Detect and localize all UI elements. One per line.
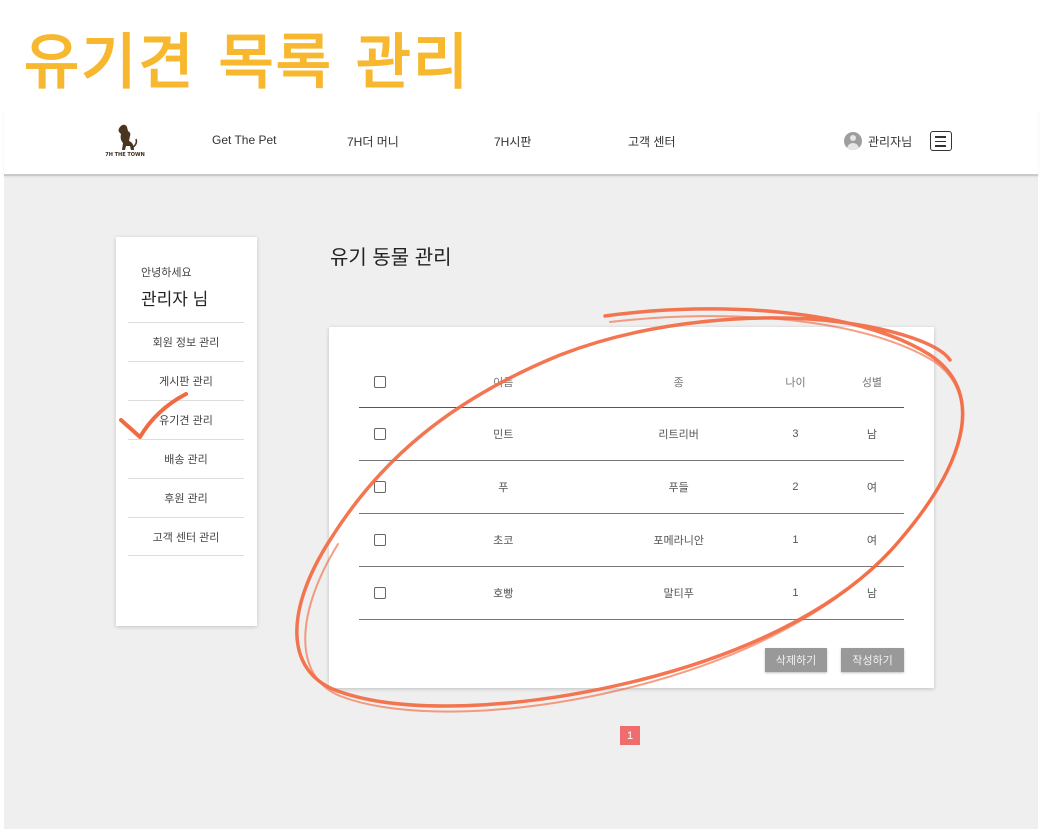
dog-logo-icon [118,124,138,150]
pagination-page[interactable]: 1 [620,726,640,745]
top-navbar: 7H THE TOWN Get The Pet 7H더 머니 7H시판 고객 센… [4,110,1038,176]
cell-name: 민트 [493,429,514,441]
table-row[interactable]: 호빵 말티푸 1 남 [359,567,904,620]
page-title: 유기 동물 관리 [330,247,452,269]
row-checkbox[interactable] [373,534,386,546]
cell-age: 1 [792,534,799,546]
sidebar-item-support[interactable]: 고객 센터 관리 [128,517,244,556]
row-checkbox[interactable] [373,481,386,493]
cell-sex: 여 [866,535,877,547]
sidebar-item-board[interactable]: 게시판 관리 [128,361,244,400]
sidebar-item-donation[interactable]: 후원 관리 [128,478,244,517]
cell-name: 호빵 [493,588,514,600]
header-sex: 성별 [861,376,883,389]
admin-name: 관리자 님 [141,290,209,309]
animal-table: 이름 종 나이 성별 민트 리트리버 3 남 푸 푸들 2 여 초코 포메라니안… [359,356,904,620]
admin-sidebar: 안녕하세요 관리자 님 회원 정보 관리 게시판 관리 유기견 관리 배송 관리… [116,237,257,626]
avatar [844,132,862,150]
hamburger-menu-icon[interactable] [930,131,952,151]
cell-name: 초코 [493,535,514,547]
logo-text: 7H THE TOWN [105,152,145,158]
row-checkbox[interactable] [373,587,386,599]
cell-sex: 남 [866,588,877,600]
table-row[interactable]: 푸 푸들 2 여 [359,461,904,514]
header-name: 이름 [493,376,514,389]
cell-sex: 여 [866,482,877,494]
app-screen: 7H THE TOWN Get The Pet 7H더 머니 7H시판 고객 센… [4,110,1038,829]
nav-get-the-pet[interactable]: Get The Pet [212,133,276,147]
nav-customer-center[interactable]: 고객 센터 [628,133,676,150]
select-all-checkbox[interactable] [373,375,386,388]
sidebar-item-members[interactable]: 회원 정보 관리 [128,322,244,361]
greeting: 안녕하세요 [141,267,192,279]
slide: 유기견 목록 관리 7H THE TOWN Get The Pet 7H더 머니… [0,0,1042,829]
table-row[interactable]: 민트 리트리버 3 남 [359,408,904,461]
row-checkbox[interactable] [373,428,386,440]
user-label: 관리자님 [868,134,913,149]
user-menu[interactable]: 관리자님 [844,130,912,152]
table-header-row: 이름 종 나이 성별 [359,356,904,408]
cell-age: 3 [792,428,799,440]
cell-kind: 말티푸 [663,588,694,600]
nav-money[interactable]: 7H더 머니 [347,133,399,150]
header-kind: 종 [673,376,684,389]
logo[interactable]: 7H THE TOWN [102,123,148,163]
table-row[interactable]: 초코 포메라니안 1 여 [359,514,904,567]
animal-table-card: 이름 종 나이 성별 민트 리트리버 3 남 푸 푸들 2 여 초코 포메라니안… [329,327,934,688]
cell-age: 1 [792,587,799,599]
sidebar-item-shipping[interactable]: 배송 관리 [128,439,244,478]
cell-kind: 푸들 [668,482,689,494]
delete-button[interactable]: 삭제하기 [765,648,827,672]
nav-board[interactable]: 7H시판 [494,133,531,150]
write-button[interactable]: 작성하기 [841,648,904,672]
cell-age: 2 [792,481,799,493]
cell-sex: 남 [866,429,877,441]
cell-name: 푸 [498,482,509,494]
cell-kind: 리트리버 [658,429,699,441]
header-age: 나이 [785,376,806,389]
cell-kind: 포메라니안 [653,535,704,547]
sidebar-item-dogs[interactable]: 유기견 관리 [128,400,244,439]
slide-title: 유기견 목록 관리 [24,28,471,98]
sidebar-menu: 회원 정보 관리 게시판 관리 유기견 관리 배송 관리 후원 관리 고객 센터… [128,322,244,556]
